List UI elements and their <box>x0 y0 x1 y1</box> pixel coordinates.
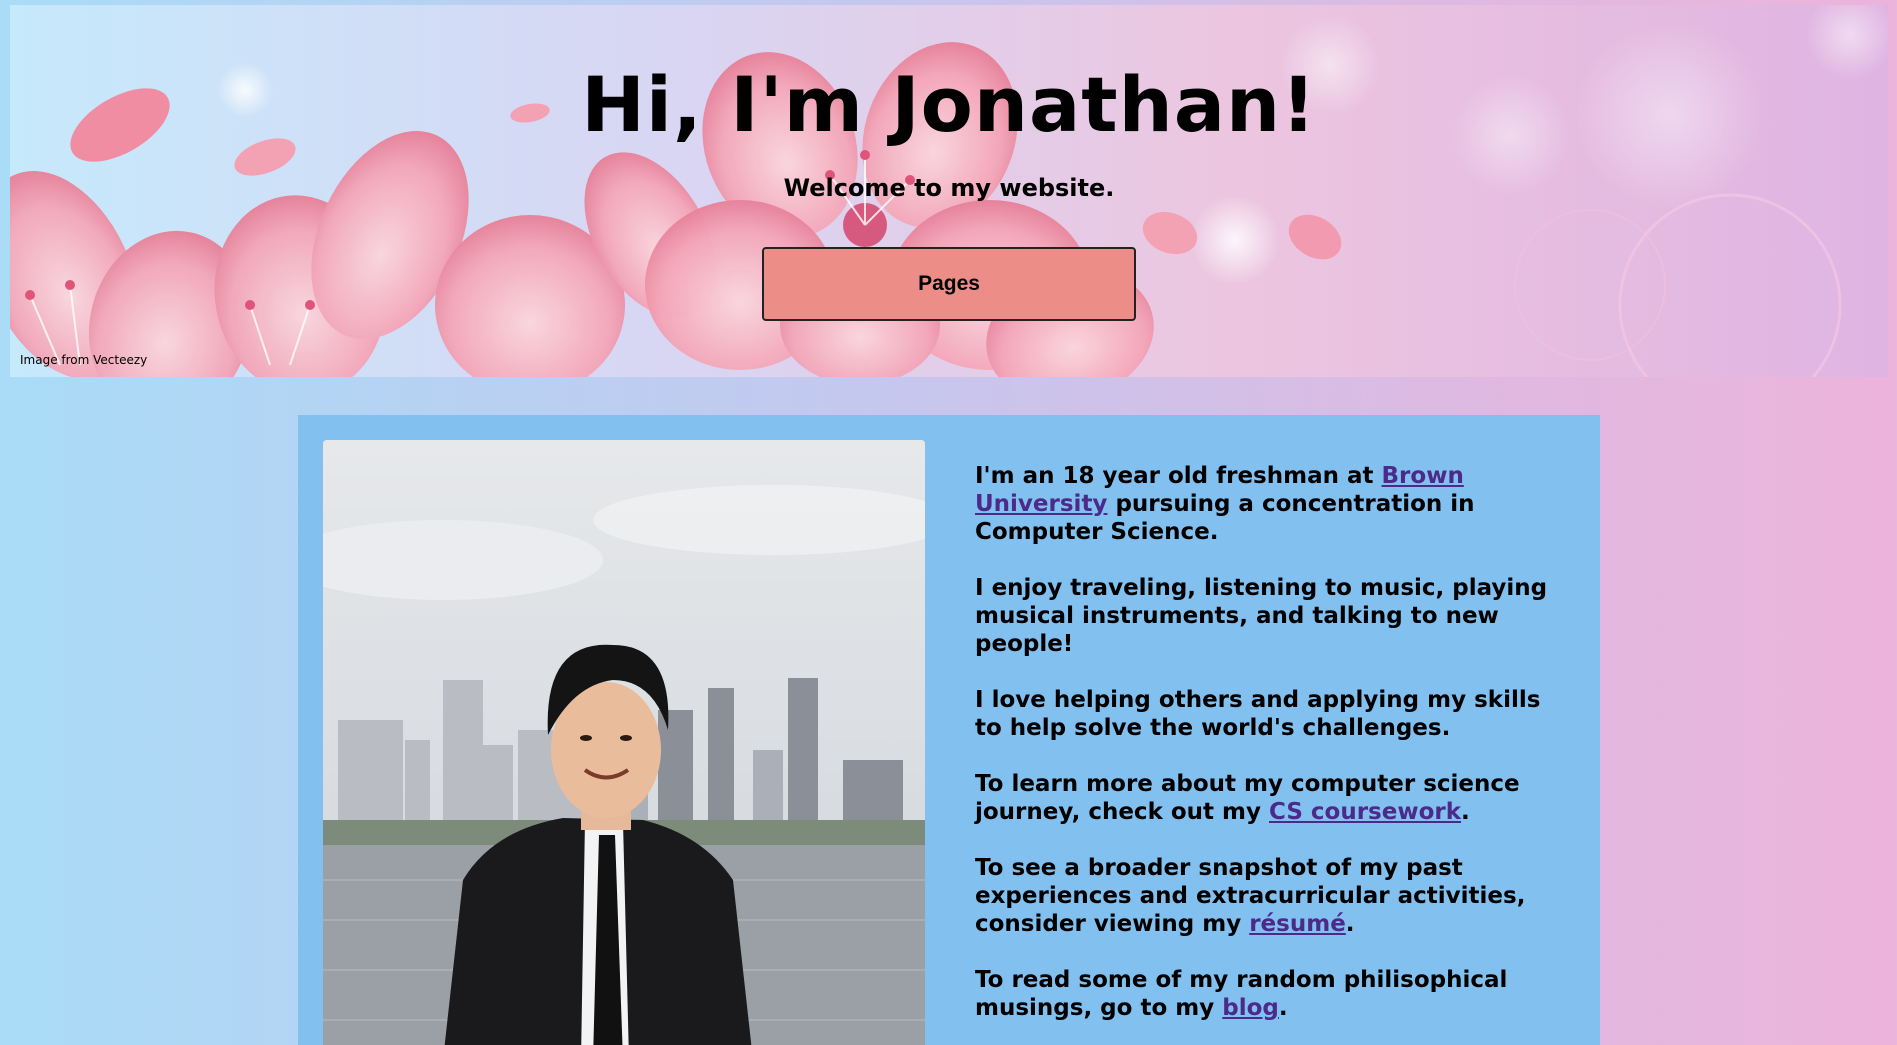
page-subtitle: Welcome to my website. <box>783 174 1115 202</box>
about-section: I'm an 18 year old freshman at Brown Uni… <box>298 415 1600 1045</box>
bio-paragraph-values: I love helping others and applying my sk… <box>975 687 1541 741</box>
profile-photo <box>323 440 925 1045</box>
bio-paragraph-coursework: To learn more about my computer science … <box>975 771 1520 825</box>
hero-banner: Hi, I'm Jonathan! Welcome to my website.… <box>10 5 1888 377</box>
blog-link[interactable]: blog <box>1222 995 1279 1021</box>
bio-text: I'm an 18 year old freshman at Brown Uni… <box>975 462 1575 1045</box>
cs-coursework-link[interactable]: CS coursework <box>1269 799 1461 825</box>
bio-paragraph-school: I'm an 18 year old freshman at Brown Uni… <box>975 463 1475 545</box>
bio-paragraph-resume: To see a broader snapshot of my past exp… <box>975 855 1526 937</box>
image-credit: Image from Vecteezy <box>20 353 148 367</box>
page-title: Hi, I'm Jonathan! <box>581 60 1317 149</box>
bio-paragraph-blog: To read some of my random philisophical … <box>975 967 1508 1021</box>
resume-link[interactable]: résumé <box>1249 911 1346 937</box>
pages-button[interactable]: Pages <box>762 247 1136 321</box>
bio-paragraph-hobbies: I enjoy traveling, listening to music, p… <box>975 575 1548 657</box>
